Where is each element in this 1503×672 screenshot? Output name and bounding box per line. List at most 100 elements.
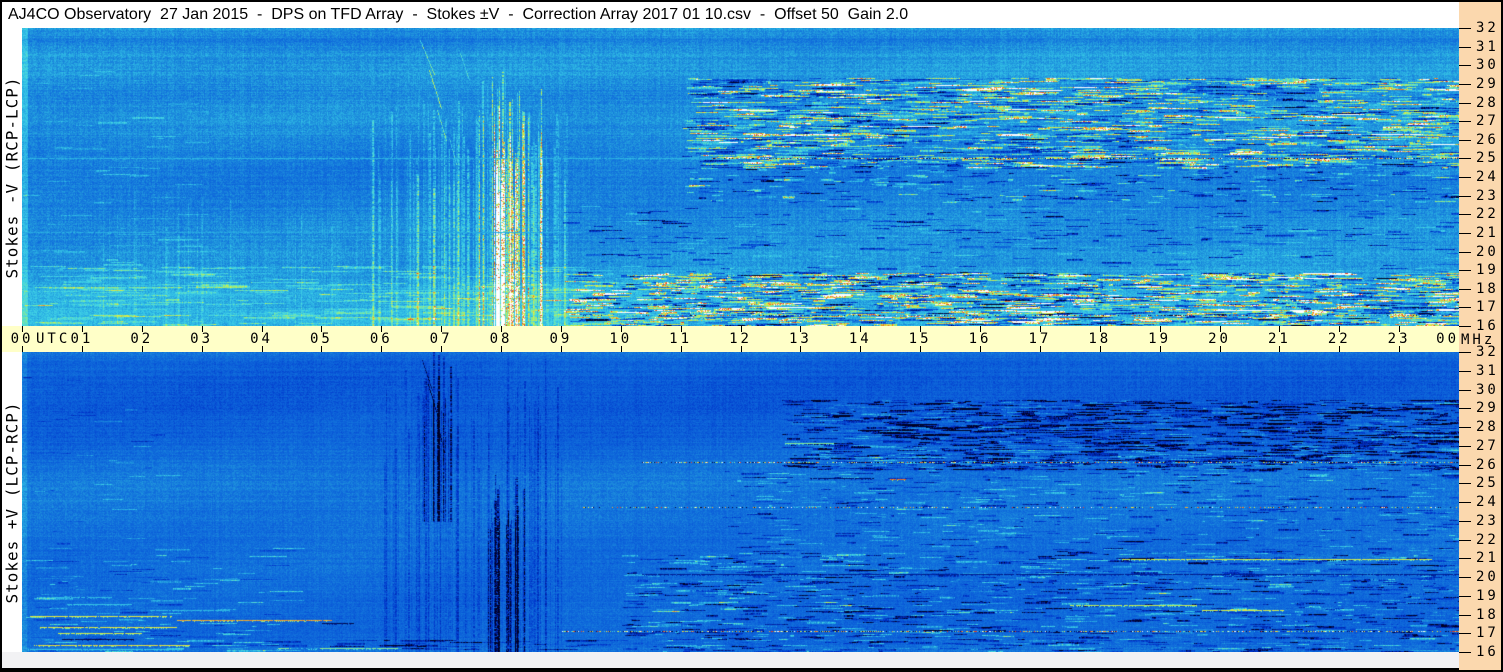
freq-tick (1459, 195, 1471, 197)
time-tick-label: 00 (10, 331, 34, 347)
freq-tick-label: 28 (1476, 94, 1499, 111)
time-tick-label: 03 (190, 331, 214, 347)
freq-tick-label: 31 (1476, 362, 1499, 379)
time-tick-label: 04 (250, 331, 273, 347)
freq-tick-label: 19 (1476, 587, 1499, 604)
time-tick-label: 22 (1327, 331, 1351, 347)
freq-tick-label: 18 (1476, 280, 1499, 297)
time-tick-label: 14 (848, 331, 872, 347)
time-tick-label: 15 (908, 331, 932, 347)
freq-tick-label: 19 (1476, 262, 1499, 279)
freq-tick (1459, 307, 1471, 309)
freq-tick (1459, 408, 1471, 410)
freq-tick-label: 25 (1476, 475, 1499, 492)
spectrogram-stokes-minus-v (22, 28, 1459, 326)
time-tick-label: 20 (1208, 331, 1231, 347)
freq-tick (1459, 232, 1471, 234)
freq-tick-label: 27 (1476, 113, 1499, 130)
freq-tick-label: 25 (1476, 150, 1499, 167)
freq-tick-label: 17 (1476, 299, 1499, 316)
freq-tick (1459, 595, 1471, 597)
frequency-axis: MHz 32 31 30 29 28 27 26 25 24 23 22 21 20 19 18 17 16 32… (1459, 2, 1501, 670)
freq-tick-label: 24 (1476, 494, 1499, 510)
utc-unit-label: UTC (36, 331, 71, 347)
freq-tick-label: 20 (1476, 243, 1499, 260)
freq-tick-label: 20 (1476, 569, 1499, 585)
freq-tick (1459, 539, 1471, 541)
panel-label-stokes-plus-v: Stokes +V (LCP-RCP) (2, 352, 22, 652)
time-tick-label: 17 (1028, 331, 1052, 347)
freq-tick-label: 31 (1476, 38, 1499, 55)
freq-tick-label: 17 (1476, 625, 1499, 642)
freq-tick-label: 18 (1476, 606, 1499, 623)
freq-tick (1459, 577, 1471, 578)
freq-tick-label: 23 (1476, 187, 1499, 204)
freq-tick (1459, 83, 1471, 85)
freq-tick (1459, 139, 1471, 141)
freq-tick-label: 24 (1476, 169, 1499, 185)
time-tick-label: 10 (609, 331, 633, 347)
freq-tick (1459, 445, 1471, 447)
freq-tick-label: 26 (1476, 456, 1499, 473)
freq-tick-label: 32 (1476, 20, 1499, 36)
freq-tick-label: 27 (1476, 437, 1499, 454)
panel-label-text: Stokes +V (LCP-RCP) (2, 400, 22, 604)
freq-tick (1459, 633, 1471, 635)
time-axis: UTC 00 01 02 03 04 05 06 07 08 09 10 11 12 13 14 15 16 17… (2, 326, 1460, 352)
freq-tick (1459, 483, 1471, 485)
freq-tick (1459, 464, 1471, 466)
freq-tick (1459, 389, 1471, 391)
time-tick-label: 12 (729, 331, 752, 347)
freq-tick (1459, 614, 1471, 616)
time-tick-label: 00 (1436, 331, 1459, 347)
freq-tick-label: 32 (1476, 344, 1499, 360)
title-bar: AJ4CO Observatory 27 Jan 2015 - DPS on T… (2, 2, 1459, 28)
freq-tick-label: 16 (1476, 644, 1499, 660)
freq-tick-label: 21 (1476, 550, 1499, 567)
panel-label-text: Stokes -V (RCP-LCP) (2, 75, 22, 279)
freq-tick-label: 26 (1476, 131, 1499, 148)
time-tick-label: 13 (788, 331, 812, 347)
freq-tick (1459, 288, 1471, 290)
freq-tick (1459, 352, 1471, 353)
freq-tick (1459, 65, 1471, 67)
freq-tick-label: 30 (1476, 57, 1499, 74)
freq-tick (1459, 558, 1471, 560)
freq-tick-label: 22 (1476, 531, 1499, 548)
freq-tick-label: 30 (1476, 381, 1499, 398)
freq-tick (1459, 46, 1471, 48)
time-tick-label: 19 (1148, 331, 1172, 347)
freq-tick-label: 23 (1476, 512, 1499, 529)
freq-tick (1459, 102, 1471, 104)
freq-tick (1459, 158, 1471, 160)
freq-tick (1459, 502, 1471, 503)
freq-tick-label: 22 (1476, 206, 1499, 223)
freq-tick (1459, 520, 1471, 522)
time-tick-label: 09 (549, 331, 573, 347)
freq-tick (1459, 370, 1471, 372)
time-tick-label: 16 (968, 331, 992, 347)
freq-tick (1459, 326, 1471, 327)
time-tick-label: 07 (429, 331, 453, 347)
page-title: AJ4CO Observatory 27 Jan 2015 - DPS on T… (8, 6, 909, 23)
spectrogram-stokes-plus-v (22, 352, 1459, 652)
freq-tick (1459, 214, 1471, 216)
freq-tick (1459, 28, 1471, 29)
time-tick-label: 05 (309, 331, 333, 347)
bottom-margin (2, 652, 1459, 668)
freq-tick (1459, 177, 1471, 178)
freq-tick (1459, 427, 1471, 428)
time-tick-label: 01 (70, 331, 94, 347)
freq-tick-label: 29 (1476, 400, 1499, 417)
freq-tick-label: 16 (1476, 318, 1499, 334)
freq-tick-label: 28 (1476, 419, 1499, 435)
panel-label-stokes-minus-v: Stokes -V (RCP-LCP) (2, 28, 22, 326)
freq-tick-label: 29 (1476, 75, 1499, 92)
freq-tick (1459, 121, 1471, 123)
time-tick-label: 02 (130, 331, 154, 347)
freq-tick (1459, 251, 1471, 253)
freq-tick (1459, 652, 1471, 653)
time-tick-label: 06 (369, 331, 393, 347)
time-tick-label: 08 (489, 331, 513, 347)
time-tick-label: 21 (1267, 331, 1291, 347)
